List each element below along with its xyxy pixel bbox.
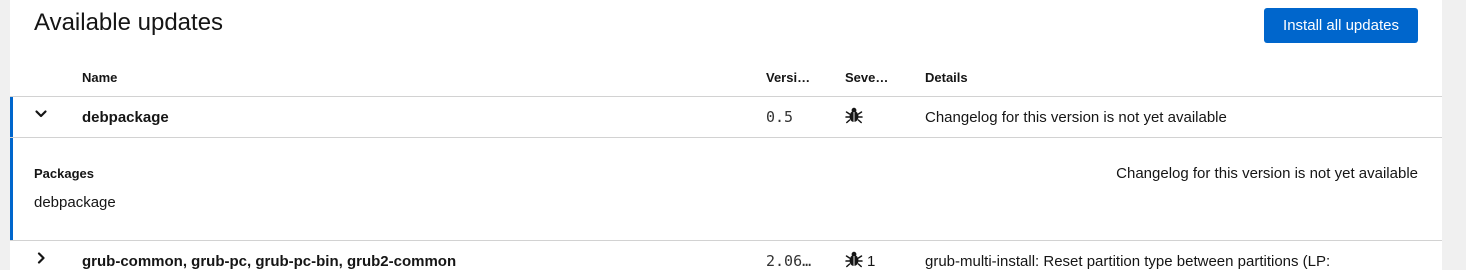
table-row[interactable]: debpackage 0.5 Changelog for this versio… [10,97,1442,138]
severity-cell: 1 [845,241,925,270]
bug-icon [845,250,863,270]
column-header-version[interactable]: Versi… [766,58,845,97]
column-header-name[interactable]: Name [82,58,766,97]
package-version: 2.06… [766,252,812,270]
bug-icon [845,106,863,128]
row-toggle-cell [10,97,82,138]
packages-label: Packages [34,166,94,181]
table-row[interactable]: grub-common, grub-pc, grub-pc-bin, grub2… [10,241,1442,270]
updates-table: Name Versi… Seve… Details debpackage 0.5 [10,58,1442,270]
severity-cell [845,97,925,138]
chevron-down-icon[interactable] [34,107,50,123]
details-text: grub-multi-install: Reset partition type… [925,252,1331,270]
package-name: grub-common, grub-pc, grub-pc-bin, grub2… [82,252,457,270]
packages-value: debpackage [34,194,116,211]
column-header-details[interactable]: Details [925,58,1442,97]
install-all-updates-button[interactable]: Install all updates [1264,8,1418,43]
chevron-right-icon[interactable] [34,251,50,267]
column-header-toggle [10,58,82,97]
table-header-row: Name Versi… Seve… Details [10,58,1442,97]
package-name: debpackage [82,108,169,126]
updates-card: Available updates Install all updates Na… [10,0,1442,270]
row-toggle-cell [10,241,82,270]
package-version: 0.5 [766,108,794,126]
page-title: Available updates [34,9,224,36]
severity-count: 1 [867,252,876,270]
details-text: Changelog for this version is not yet av… [925,108,1227,126]
expanded-detail-cell: Packages debpackage Changelog for this v… [10,137,1442,241]
card-header: Available updates Install all updates [10,0,1442,58]
changelog-text: Changelog for this version is not yet av… [1116,165,1418,182]
column-header-severity[interactable]: Seve… [845,58,925,97]
expanded-detail-row: Packages debpackage Changelog for this v… [10,137,1442,241]
